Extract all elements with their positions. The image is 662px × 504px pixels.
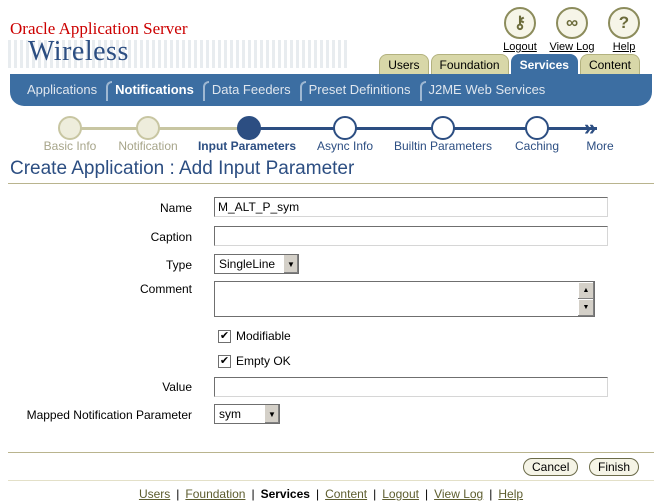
caption-input[interactable] — [214, 226, 608, 246]
type-select[interactable]: SingleLine ▼ — [214, 254, 299, 274]
mapped-notification-parameter-label: Mapped Notification Parameter — [26, 408, 192, 422]
train-stop-input-parameters — [237, 116, 261, 140]
tab-content[interactable]: Content — [579, 54, 640, 74]
modifiable-checkbox-row[interactable]: ✔ Modifiable — [218, 329, 291, 343]
footer-link-users[interactable]: Users — [139, 487, 170, 501]
global-link-help[interactable]: ? Help — [602, 7, 646, 53]
global-link-logout[interactable]: ⚷ Logout — [498, 7, 542, 53]
subtab-bar: Applications Notifications Data Feeders … — [10, 74, 652, 106]
train-label: Input Parameters — [197, 139, 297, 153]
train-stop-basic-info[interactable] — [58, 116, 82, 140]
type-select-value: SingleLine — [219, 257, 276, 271]
subtab-applications[interactable]: Applications — [18, 74, 106, 106]
type-label: Type — [165, 258, 192, 272]
cancel-button[interactable]: Cancel — [523, 458, 579, 476]
name-input[interactable] — [214, 197, 608, 217]
subtab-j2me-web-services[interactable]: J2ME Web Services — [419, 74, 555, 106]
view-log-link[interactable]: View Log — [549, 41, 594, 53]
caption-label: Caption — [150, 230, 192, 244]
footer-divider-2 — [8, 480, 654, 481]
scroll-up-icon[interactable]: ▲ — [578, 282, 594, 299]
question-icon[interactable]: ? — [608, 7, 640, 39]
tab-users[interactable]: Users — [379, 54, 429, 74]
train-stop-caching[interactable] — [525, 116, 549, 140]
footer-links: Users | Foundation | Services | Content | Logout… — [138, 487, 524, 501]
title-divider — [8, 183, 654, 184]
comment-label: Comment — [139, 282, 192, 296]
tab-foundation[interactable]: Foundation — [430, 54, 509, 74]
footer-divider — [8, 452, 654, 453]
train-label: Caching — [514, 139, 560, 153]
page-title: Create Application : Add Input Parameter — [10, 158, 355, 179]
mapped-notification-parameter-select[interactable]: sym ▼ — [214, 404, 280, 424]
train-stop-builtin-parameters[interactable] — [431, 116, 455, 140]
logout-link[interactable]: Logout — [503, 41, 537, 53]
train-stop-notification[interactable] — [136, 116, 160, 140]
footer-link-logout[interactable]: Logout — [382, 487, 419, 501]
global-links: ⚷ Logout ∞ View Log ? Help — [498, 7, 646, 53]
finish-button[interactable]: Finish — [589, 458, 640, 476]
train-label: Async Info — [316, 139, 374, 153]
modifiable-checkbox[interactable]: ✔ — [218, 329, 231, 343]
footer-link-content[interactable]: Content — [325, 487, 367, 501]
footer-link-foundation[interactable]: Foundation — [185, 487, 245, 501]
emptyok-label: Empty OK — [236, 354, 291, 368]
subtab-data-feeders[interactable]: Data Feeders — [202, 74, 300, 106]
scroll-down-icon[interactable]: ▼ — [578, 299, 594, 316]
global-link-viewlog[interactable]: ∞ View Log — [549, 7, 595, 53]
footer-link-services: Services — [260, 487, 310, 501]
chevron-down-icon[interactable]: ▼ — [264, 405, 279, 423]
footer-link-help[interactable]: Help — [498, 487, 523, 501]
brand-logo: Oracle Application Server Wireless — [10, 20, 188, 66]
main-tabs: Users Foundation Services Content — [379, 54, 640, 74]
brand-line2: Wireless — [28, 36, 129, 67]
key-icon[interactable]: ⚷ — [504, 7, 536, 39]
value-label: Value — [162, 380, 192, 394]
train-connector — [148, 127, 249, 130]
glasses-icon[interactable]: ∞ — [556, 7, 588, 39]
subtab-notifications[interactable]: Notifications — [106, 74, 203, 106]
emptyok-checkbox[interactable]: ✔ — [218, 354, 231, 368]
subtab-preset-definitions[interactable]: Preset Definitions — [299, 74, 420, 106]
emptyok-checkbox-row[interactable]: ✔ Empty OK — [218, 354, 291, 368]
mapped-select-value: sym — [219, 407, 241, 421]
double-chevron-right-icon[interactable]: » — [584, 115, 596, 141]
train-label: Notification — [118, 139, 178, 153]
train-label: Basic Info — [43, 139, 97, 153]
train-label: Builtin Parameters — [393, 139, 493, 153]
train-stop-async-info[interactable] — [333, 116, 357, 140]
value-input[interactable] — [214, 377, 608, 397]
name-label: Name — [159, 201, 192, 215]
wizard-train: » Basic Info Notification Input Paramete… — [0, 112, 662, 158]
help-link[interactable]: Help — [613, 41, 636, 53]
tab-services[interactable]: Services — [510, 54, 578, 74]
footer-link-view-log[interactable]: View Log — [434, 487, 483, 501]
modifiable-label: Modifiable — [236, 329, 291, 343]
chevron-down-icon[interactable]: ▼ — [283, 255, 298, 273]
comment-textarea[interactable]: ▲ ▼ — [214, 281, 595, 317]
train-more-label[interactable]: More — [586, 139, 613, 153]
